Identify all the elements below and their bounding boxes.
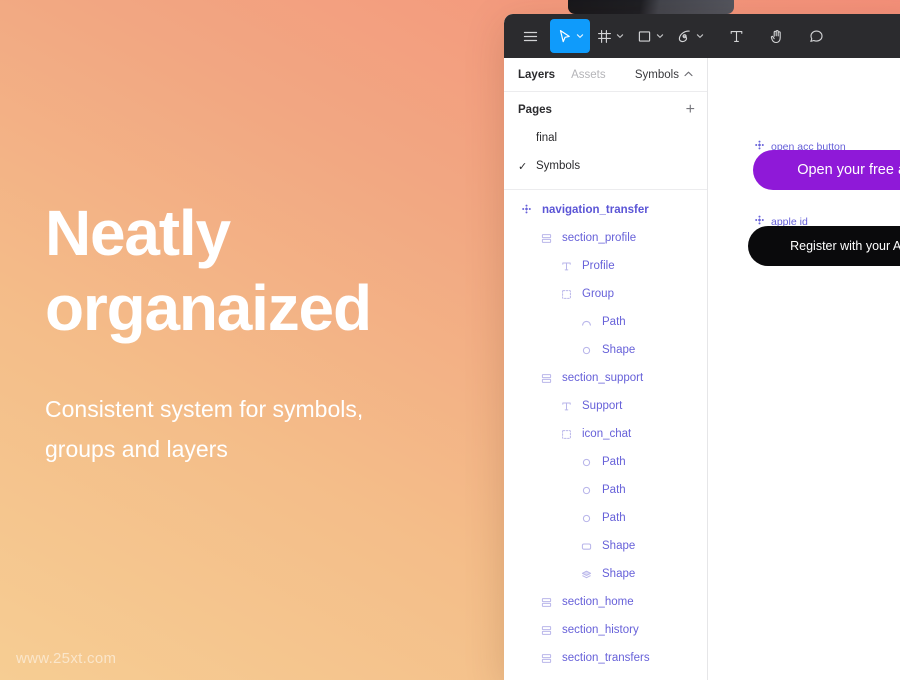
- pages-list: ✓final✓Symbols: [504, 124, 707, 180]
- layer-row-label: navigation_transfer: [542, 204, 649, 216]
- pages-title: Pages: [518, 104, 552, 116]
- layer-row[interactable]: Path: [504, 504, 707, 532]
- layer-row-label: Shape: [602, 540, 636, 552]
- window-body: Layers Assets Symbols Pages + final ✓ Sy…: [504, 58, 900, 680]
- group-dots-icon: [558, 288, 575, 301]
- layer-row-label: Shape: [602, 344, 636, 356]
- sketch-app-window: Layers Assets Symbols Pages + final ✓ Sy…: [504, 14, 900, 680]
- group-dots-icon: [558, 428, 575, 441]
- layer-row[interactable]: section_history: [504, 616, 707, 644]
- circle-icon: [578, 456, 595, 469]
- page-item-label: final: [536, 132, 558, 144]
- layer-row-label: section_profile: [562, 232, 637, 244]
- layer-row-label: section_support: [562, 372, 644, 384]
- layer-row[interactable]: Path: [504, 448, 707, 476]
- circle-icon: [578, 344, 595, 357]
- hand-tool[interactable]: [756, 19, 796, 53]
- cta-button[interactable]: Register with your Apple ID: [748, 226, 900, 266]
- screenshot-root: Neatly organaized Consistent system for …: [0, 0, 900, 680]
- rectangle-tool[interactable]: [630, 19, 670, 53]
- layer-row[interactable]: Support: [504, 392, 707, 420]
- page-subtitle: Consistent system for symbols, groups an…: [45, 396, 364, 462]
- text-icon: [558, 260, 575, 273]
- layer-row-label: Path: [602, 456, 626, 468]
- menu-icon[interactable]: [510, 19, 550, 53]
- text-tool[interactable]: [716, 19, 756, 53]
- page-title: Neatly organaized: [45, 197, 372, 344]
- page-item[interactable]: ✓ Symbols: [504, 152, 707, 180]
- symbol-icon: [518, 204, 535, 217]
- hero-section: Neatly organaized Consistent system for …: [45, 196, 475, 469]
- select-tool[interactable]: [550, 19, 590, 53]
- artboard-tool[interactable]: [590, 19, 630, 53]
- group-rows-icon: [538, 596, 555, 609]
- vector-tool[interactable]: [670, 19, 710, 53]
- pages-header: Pages +: [504, 96, 707, 124]
- group-rows-icon: [538, 624, 555, 637]
- circle-icon: [578, 512, 595, 525]
- cta-button-label: Register with your Apple ID: [790, 239, 900, 253]
- layer-row[interactable]: Path: [504, 476, 707, 504]
- group-rows-icon: [538, 232, 555, 245]
- layer-row[interactable]: Group: [504, 280, 707, 308]
- rounded-icon: [578, 540, 595, 553]
- layer-row-label: section_transfers: [562, 652, 650, 664]
- layer-row-label: Shape: [602, 568, 636, 580]
- cta-button[interactable]: Open your free account: [753, 150, 900, 190]
- circle-icon: [578, 484, 595, 497]
- group-rows-icon: [538, 372, 555, 385]
- comment-tool[interactable]: [796, 19, 836, 53]
- layer-row-label: Group: [582, 288, 614, 300]
- symbols-dropdown-label: Symbols: [634, 68, 679, 81]
- group-rows-icon: [538, 652, 555, 665]
- path-arc-icon: [578, 316, 595, 329]
- chevron-up-icon: [684, 70, 693, 79]
- layer-tree: navigation_transfer section_profile Profil…: [504, 190, 707, 672]
- page-item-label: Symbols: [536, 160, 581, 172]
- add-page-button[interactable]: +: [686, 102, 695, 118]
- symbols-dropdown[interactable]: Symbols: [635, 69, 693, 81]
- layer-row[interactable]: Shape: [504, 560, 707, 588]
- layer-row[interactable]: navigation_transfer: [504, 196, 707, 224]
- cta-button-label: Open your free account: [797, 162, 900, 178]
- layer-row[interactable]: section_profile: [504, 224, 707, 252]
- watermark: www.25xt.com: [16, 650, 117, 667]
- layer-row-label: section_history: [562, 624, 639, 636]
- layer-row[interactable]: section_transfers: [504, 644, 707, 672]
- layer-row[interactable]: icon_chat: [504, 420, 707, 448]
- layer-row[interactable]: Path: [504, 308, 707, 336]
- layer-row[interactable]: Profile: [504, 252, 707, 280]
- layer-row[interactable]: Shape: [504, 336, 707, 364]
- stack-icon: [578, 568, 595, 581]
- layer-row[interactable]: section_home: [504, 588, 707, 616]
- check-icon-hidden: ✓: [518, 132, 536, 145]
- tab-assets[interactable]: Assets: [571, 69, 606, 81]
- background-window: [568, 0, 734, 14]
- layer-row-label: icon_chat: [582, 428, 632, 440]
- layers-panel: Layers Assets Symbols Pages + final ✓ Sy…: [504, 58, 708, 680]
- layer-row-label: Path: [602, 316, 626, 328]
- page-item[interactable]: ✓final: [504, 124, 707, 152]
- layer-row-label: Profile: [582, 260, 615, 272]
- layer-row-label: Path: [602, 484, 626, 496]
- layer-row[interactable]: Shape: [504, 532, 707, 560]
- check-icon: ✓: [518, 160, 528, 173]
- toolbar: [504, 14, 900, 58]
- layer-row-label: Path: [602, 512, 626, 524]
- layer-row-label: section_home: [562, 596, 634, 608]
- layer-row-label: Support: [582, 400, 623, 412]
- text-icon: [558, 400, 575, 413]
- layer-row[interactable]: section_support: [504, 364, 707, 392]
- canvas[interactable]: open acc buttonOpen your free accountapp…: [708, 58, 900, 680]
- panel-tab-bar: Layers Assets Symbols: [504, 58, 707, 92]
- tab-layers[interactable]: Layers: [518, 69, 555, 81]
